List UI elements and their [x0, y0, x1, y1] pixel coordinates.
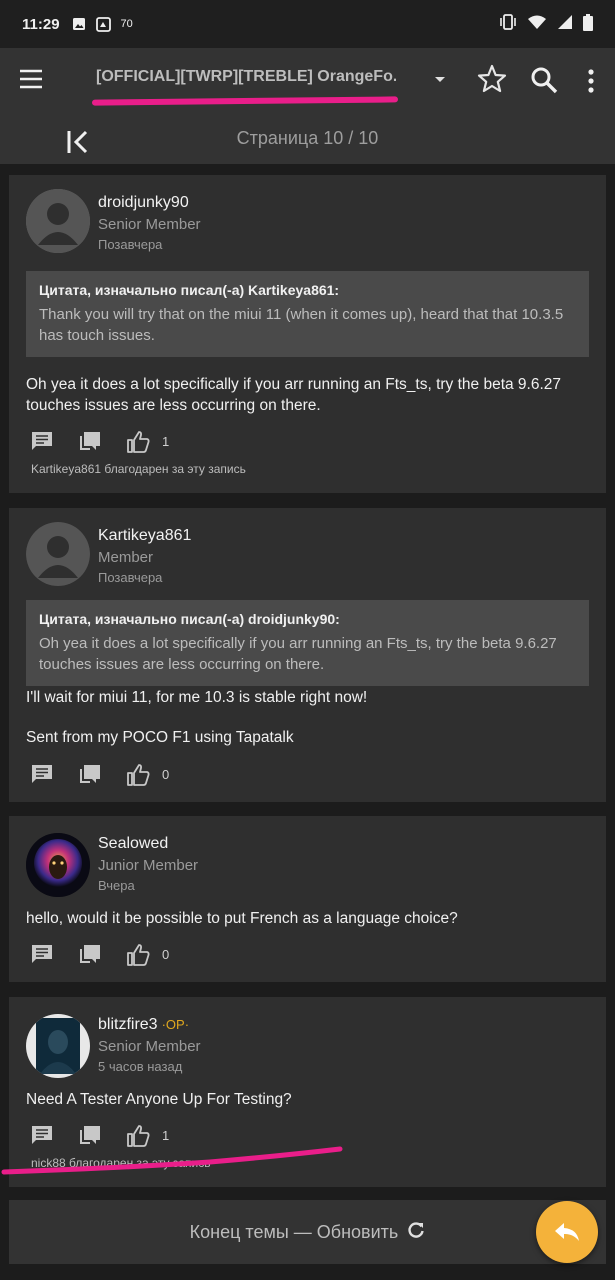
reply-fab-button[interactable]	[536, 1201, 598, 1263]
post-author[interactable]: droidjunky90	[98, 194, 189, 212]
quote-text: Oh yea it does a lot specifically if you…	[39, 635, 557, 673]
search-icon[interactable]	[530, 66, 558, 94]
post-card: Kartikeya861 Member Позавчера Цитата, из…	[9, 508, 606, 802]
post-card: Sealowed Junior Member Вчера hello, woul…	[9, 816, 606, 982]
status-bar: 11:29 70	[0, 0, 615, 48]
post-time: Позавчера	[98, 570, 163, 585]
post-time: 5 часов назад	[98, 1059, 183, 1074]
default-avatar-icon	[26, 189, 90, 253]
post-time: Вчера	[98, 878, 135, 893]
avatar[interactable]	[26, 522, 90, 586]
post-body: Oh yea it does a lot specifically if you…	[26, 376, 562, 414]
post-time: Позавчера	[98, 237, 163, 252]
quote-block: Цитата, изначально писал(-а) droidjunky9…	[26, 600, 589, 686]
post-body: I'll wait for miui 11, for me 10.3 is st…	[26, 689, 368, 706]
post-body: hello, would it be possible to put Frenc…	[26, 910, 458, 927]
quote-reply-icon[interactable]	[78, 430, 102, 454]
like-count: 0	[162, 767, 170, 782]
quote-reply-icon[interactable]	[78, 943, 102, 967]
vibrate-icon	[499, 14, 517, 34]
post-author-name[interactable]: blitzfire3	[98, 1016, 158, 1033]
post-rank: Senior Member	[98, 216, 201, 233]
battery-icon	[583, 13, 593, 35]
signal-icon	[557, 14, 573, 34]
like-count: 1	[162, 434, 170, 449]
avatar[interactable]	[26, 189, 90, 253]
like-count: 1	[162, 1128, 170, 1143]
post-rank: Senior Member	[98, 1038, 201, 1055]
app-toolbar: [OFFICIAL][TWRP][TREBLE] OrangeFo... Стр…	[0, 48, 615, 164]
user-photo-avatar	[26, 1014, 90, 1078]
post-author[interactable]: Kartikeya861	[98, 527, 191, 545]
post-author[interactable]: Sealowed	[98, 835, 168, 853]
dropdown-arrow-icon[interactable]	[432, 72, 448, 86]
like-icon[interactable]	[126, 763, 150, 787]
reply-icon[interactable]	[30, 430, 54, 454]
post-actions: 0	[30, 943, 330, 971]
post-card: droidjunky90 Senior Member Позавчера Цит…	[9, 175, 606, 493]
page-indicator[interactable]: Страница 10 / 10	[0, 128, 615, 149]
post-body: Need A Tester Anyone Up For Testing?	[26, 1091, 292, 1108]
star-icon[interactable]	[477, 64, 507, 94]
end-of-thread-label[interactable]: Конец темы — Обновить	[190, 1222, 399, 1242]
post-signature: Sent from my POCO F1 using Tapatalk	[26, 729, 294, 746]
more-options-icon[interactable]	[580, 68, 602, 94]
quote-block: Цитата, изначально писал(-а) Kartikeya86…	[26, 271, 589, 357]
app-notification-icon	[95, 16, 111, 32]
wifi-icon	[527, 14, 547, 34]
post-rank: Junior Member	[98, 857, 199, 874]
thanks-text: Kartikeya861 благодарен за эту запись	[31, 462, 246, 476]
quote-text: Thank you will try that on the miui 11 (…	[39, 306, 564, 344]
lion-avatar-image	[26, 833, 90, 897]
reply-icon[interactable]	[30, 943, 54, 967]
quote-reply-icon[interactable]	[78, 763, 102, 787]
like-icon[interactable]	[126, 943, 150, 967]
reply-icon[interactable]	[30, 763, 54, 787]
annotation-underline	[91, 96, 399, 106]
post-actions: 1	[30, 430, 330, 458]
end-of-thread-refresh[interactable]: Конец темы — Обновить	[9, 1200, 606, 1264]
op-badge: ·OP·	[161, 1017, 190, 1032]
reply-arrow-icon	[555, 1223, 579, 1241]
refresh-icon[interactable]	[407, 1201, 425, 1265]
thread-title[interactable]: [OFFICIAL][TWRP][TREBLE] OrangeFo...	[96, 68, 396, 86]
menu-icon[interactable]	[18, 66, 44, 92]
quote-header: Цитата, изначально писал(-а) droidjunky9…	[39, 611, 340, 627]
like-icon[interactable]	[126, 430, 150, 454]
post-rank: Member	[98, 549, 154, 566]
post-author[interactable]: blitzfire3 ·OP·	[98, 1016, 189, 1034]
annotation-underline	[1, 1146, 343, 1175]
like-count: 0	[162, 947, 170, 962]
post-actions: 0	[30, 763, 330, 791]
avatar[interactable]	[26, 1014, 90, 1078]
default-avatar-icon	[26, 522, 90, 586]
status-time: 11:29	[22, 15, 60, 33]
gallery-icon	[72, 17, 86, 31]
quote-header: Цитата, изначально писал(-а) Kartikeya86…	[39, 282, 340, 298]
avatar[interactable]	[26, 833, 90, 897]
notification-count: 70	[120, 18, 133, 30]
